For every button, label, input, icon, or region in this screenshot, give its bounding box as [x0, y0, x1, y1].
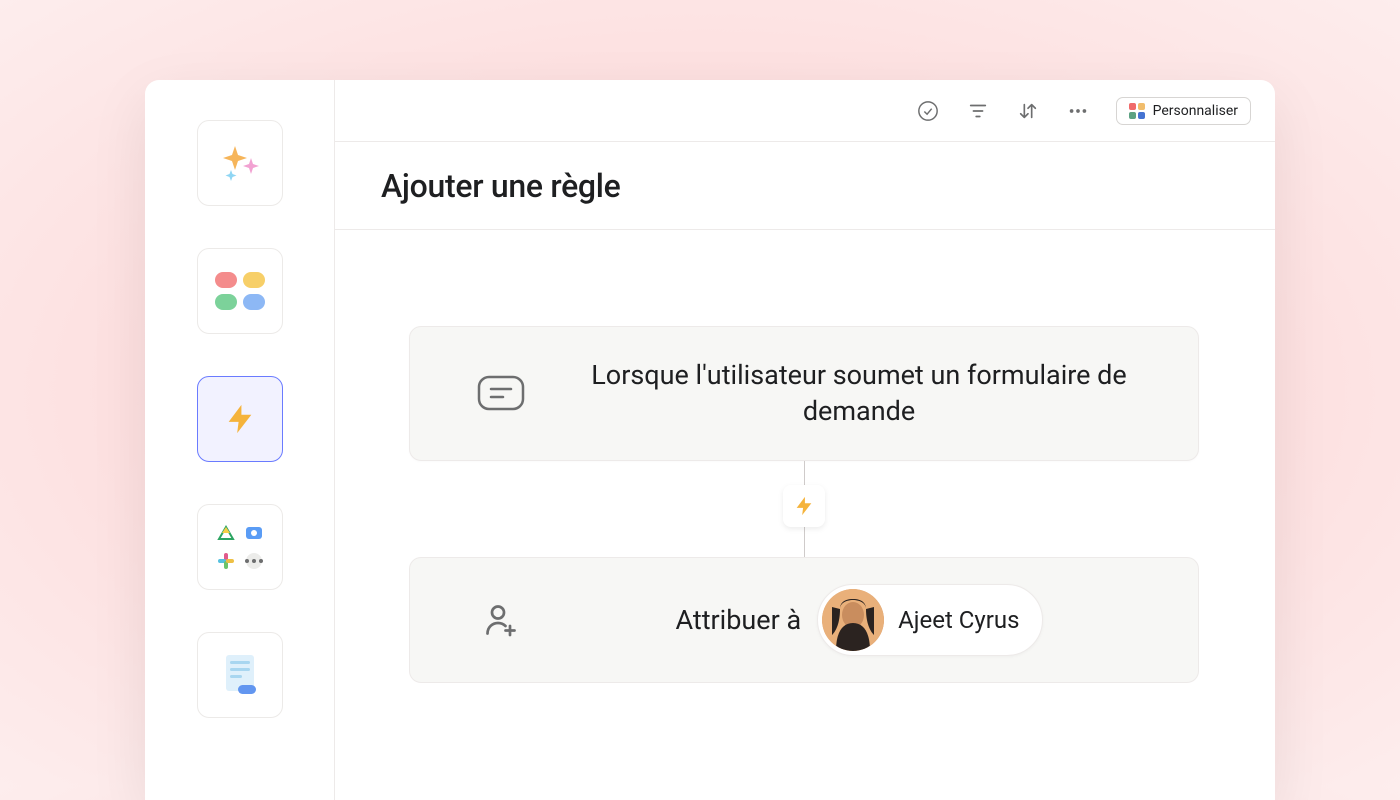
- fields-icon: [215, 272, 265, 310]
- page-title: Ajouter une règle: [381, 167, 620, 205]
- apps-icon: [216, 523, 264, 571]
- sort-arrows-icon[interactable]: [1016, 99, 1040, 123]
- rule-connector: [409, 461, 1199, 557]
- main-area: Personnaliser Ajouter une règle Lorsque …: [335, 80, 1275, 800]
- assign-user-icon: [446, 602, 556, 638]
- bolt-icon: [223, 402, 257, 436]
- rule-canvas: Lorsque l'utilisateur soumet un formulai…: [335, 230, 1275, 800]
- customize-logo-icon: [1129, 103, 1145, 119]
- connector-bolt-icon: [783, 485, 825, 527]
- filter-lines-icon[interactable]: [966, 99, 990, 123]
- assignee-name: Ajeet Cyrus: [898, 606, 1019, 634]
- customize-label: Personnaliser: [1153, 103, 1238, 119]
- assignee-pill[interactable]: Ajeet Cyrus: [817, 584, 1042, 656]
- sidebar-item-fields[interactable]: [197, 248, 283, 334]
- customize-button[interactable]: Personnaliser: [1116, 97, 1251, 125]
- sidebar: [145, 80, 335, 800]
- sparkles-icon: [217, 140, 263, 186]
- form-icon: [446, 371, 556, 415]
- topbar: Personnaliser: [335, 80, 1275, 142]
- trigger-text: Lorsque l'utilisateur soumet un formulai…: [556, 357, 1162, 430]
- app-window: Personnaliser Ajouter une règle Lorsque …: [145, 80, 1275, 800]
- sidebar-item-rules[interactable]: [197, 376, 283, 462]
- more-icon[interactable]: [1066, 99, 1090, 123]
- action-card[interactable]: Attribuer à: [409, 557, 1199, 683]
- sidebar-item-sparkles[interactable]: [197, 120, 283, 206]
- action-label: Attribuer à: [675, 604, 801, 636]
- trigger-card[interactable]: Lorsque l'utilisateur soumet un formulai…: [409, 326, 1199, 461]
- title-row: Ajouter une règle: [335, 142, 1275, 230]
- sidebar-item-apps[interactable]: [197, 504, 283, 590]
- assignee-avatar: [822, 589, 884, 651]
- form-doc-icon: [218, 651, 262, 699]
- check-circle-icon[interactable]: [916, 99, 940, 123]
- sidebar-item-forms[interactable]: [197, 632, 283, 718]
